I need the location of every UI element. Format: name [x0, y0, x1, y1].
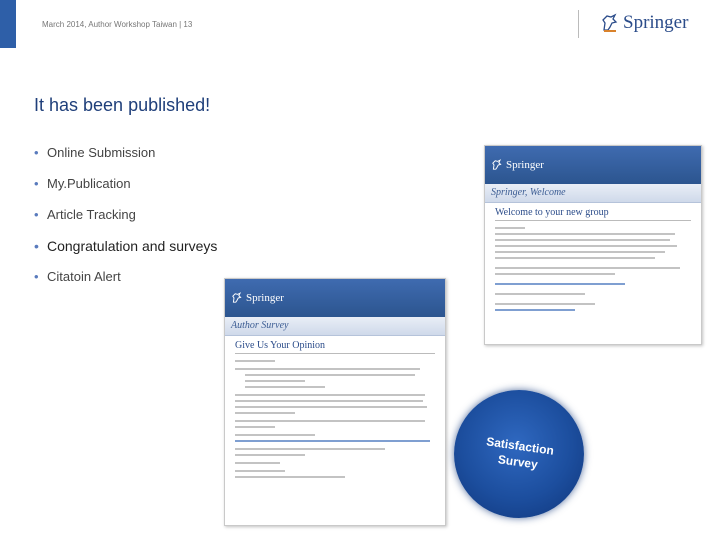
bullet-item: • My.Publication [34, 176, 217, 207]
springer-logo: Springer [600, 12, 688, 34]
bullet-label: My.Publication [47, 176, 131, 191]
bullet-label: Congratulation and surveys [47, 238, 218, 254]
survey-email-brand: Springer [246, 292, 284, 304]
bullet-dot-icon: • [34, 176, 39, 191]
bullet-dot-icon: • [34, 269, 39, 284]
springer-horse-icon [232, 292, 242, 303]
springer-horse-icon [492, 159, 502, 170]
survey-email-header: Springer [225, 279, 445, 317]
springer-horse-icon [602, 13, 618, 32]
logo-text: Springer [623, 12, 689, 33]
bullet-list: • Online Submission • My.Publication • Arti… [34, 145, 217, 300]
satisfaction-survey-badge: Satisfaction Survey [454, 390, 584, 518]
welcome-email-subtitle: Springer, Welcome [485, 184, 701, 203]
bullet-label: Article Tracking [47, 207, 136, 222]
bullet-dot-icon: • [34, 238, 39, 254]
welcome-email-brand: Springer [506, 159, 544, 171]
bullet-dot-icon: • [34, 207, 39, 222]
bullet-label: Citatoin Alert [47, 269, 121, 284]
bullet-item: • Congratulation and surveys [34, 238, 217, 269]
bullet-label: Online Submission [47, 145, 156, 160]
slide-footer-text: March 2014, Author Workshop Taiwan | 13 [42, 20, 193, 29]
bullet-item: • Online Submission [34, 145, 217, 176]
slide-title: It has been published! [34, 95, 211, 115]
welcome-email-heading: Welcome to your new group [495, 207, 691, 221]
welcome-email-header: Springer [485, 146, 701, 184]
left-accent-bar [0, 0, 16, 48]
bullet-dot-icon: • [34, 145, 39, 160]
bullet-item: • Article Tracking [34, 207, 217, 238]
bullet-item: • Citatoin Alert [34, 269, 217, 300]
header-divider [578, 10, 579, 38]
welcome-email-screenshot: Springer Springer, Welcome Welcome to yo… [484, 145, 702, 345]
survey-email-subtitle: Author Survey [225, 317, 445, 336]
survey-email-screenshot: Springer Author Survey Give Us Your Opin… [224, 278, 446, 526]
survey-email-heading: Give Us Your Opinion [235, 340, 435, 354]
